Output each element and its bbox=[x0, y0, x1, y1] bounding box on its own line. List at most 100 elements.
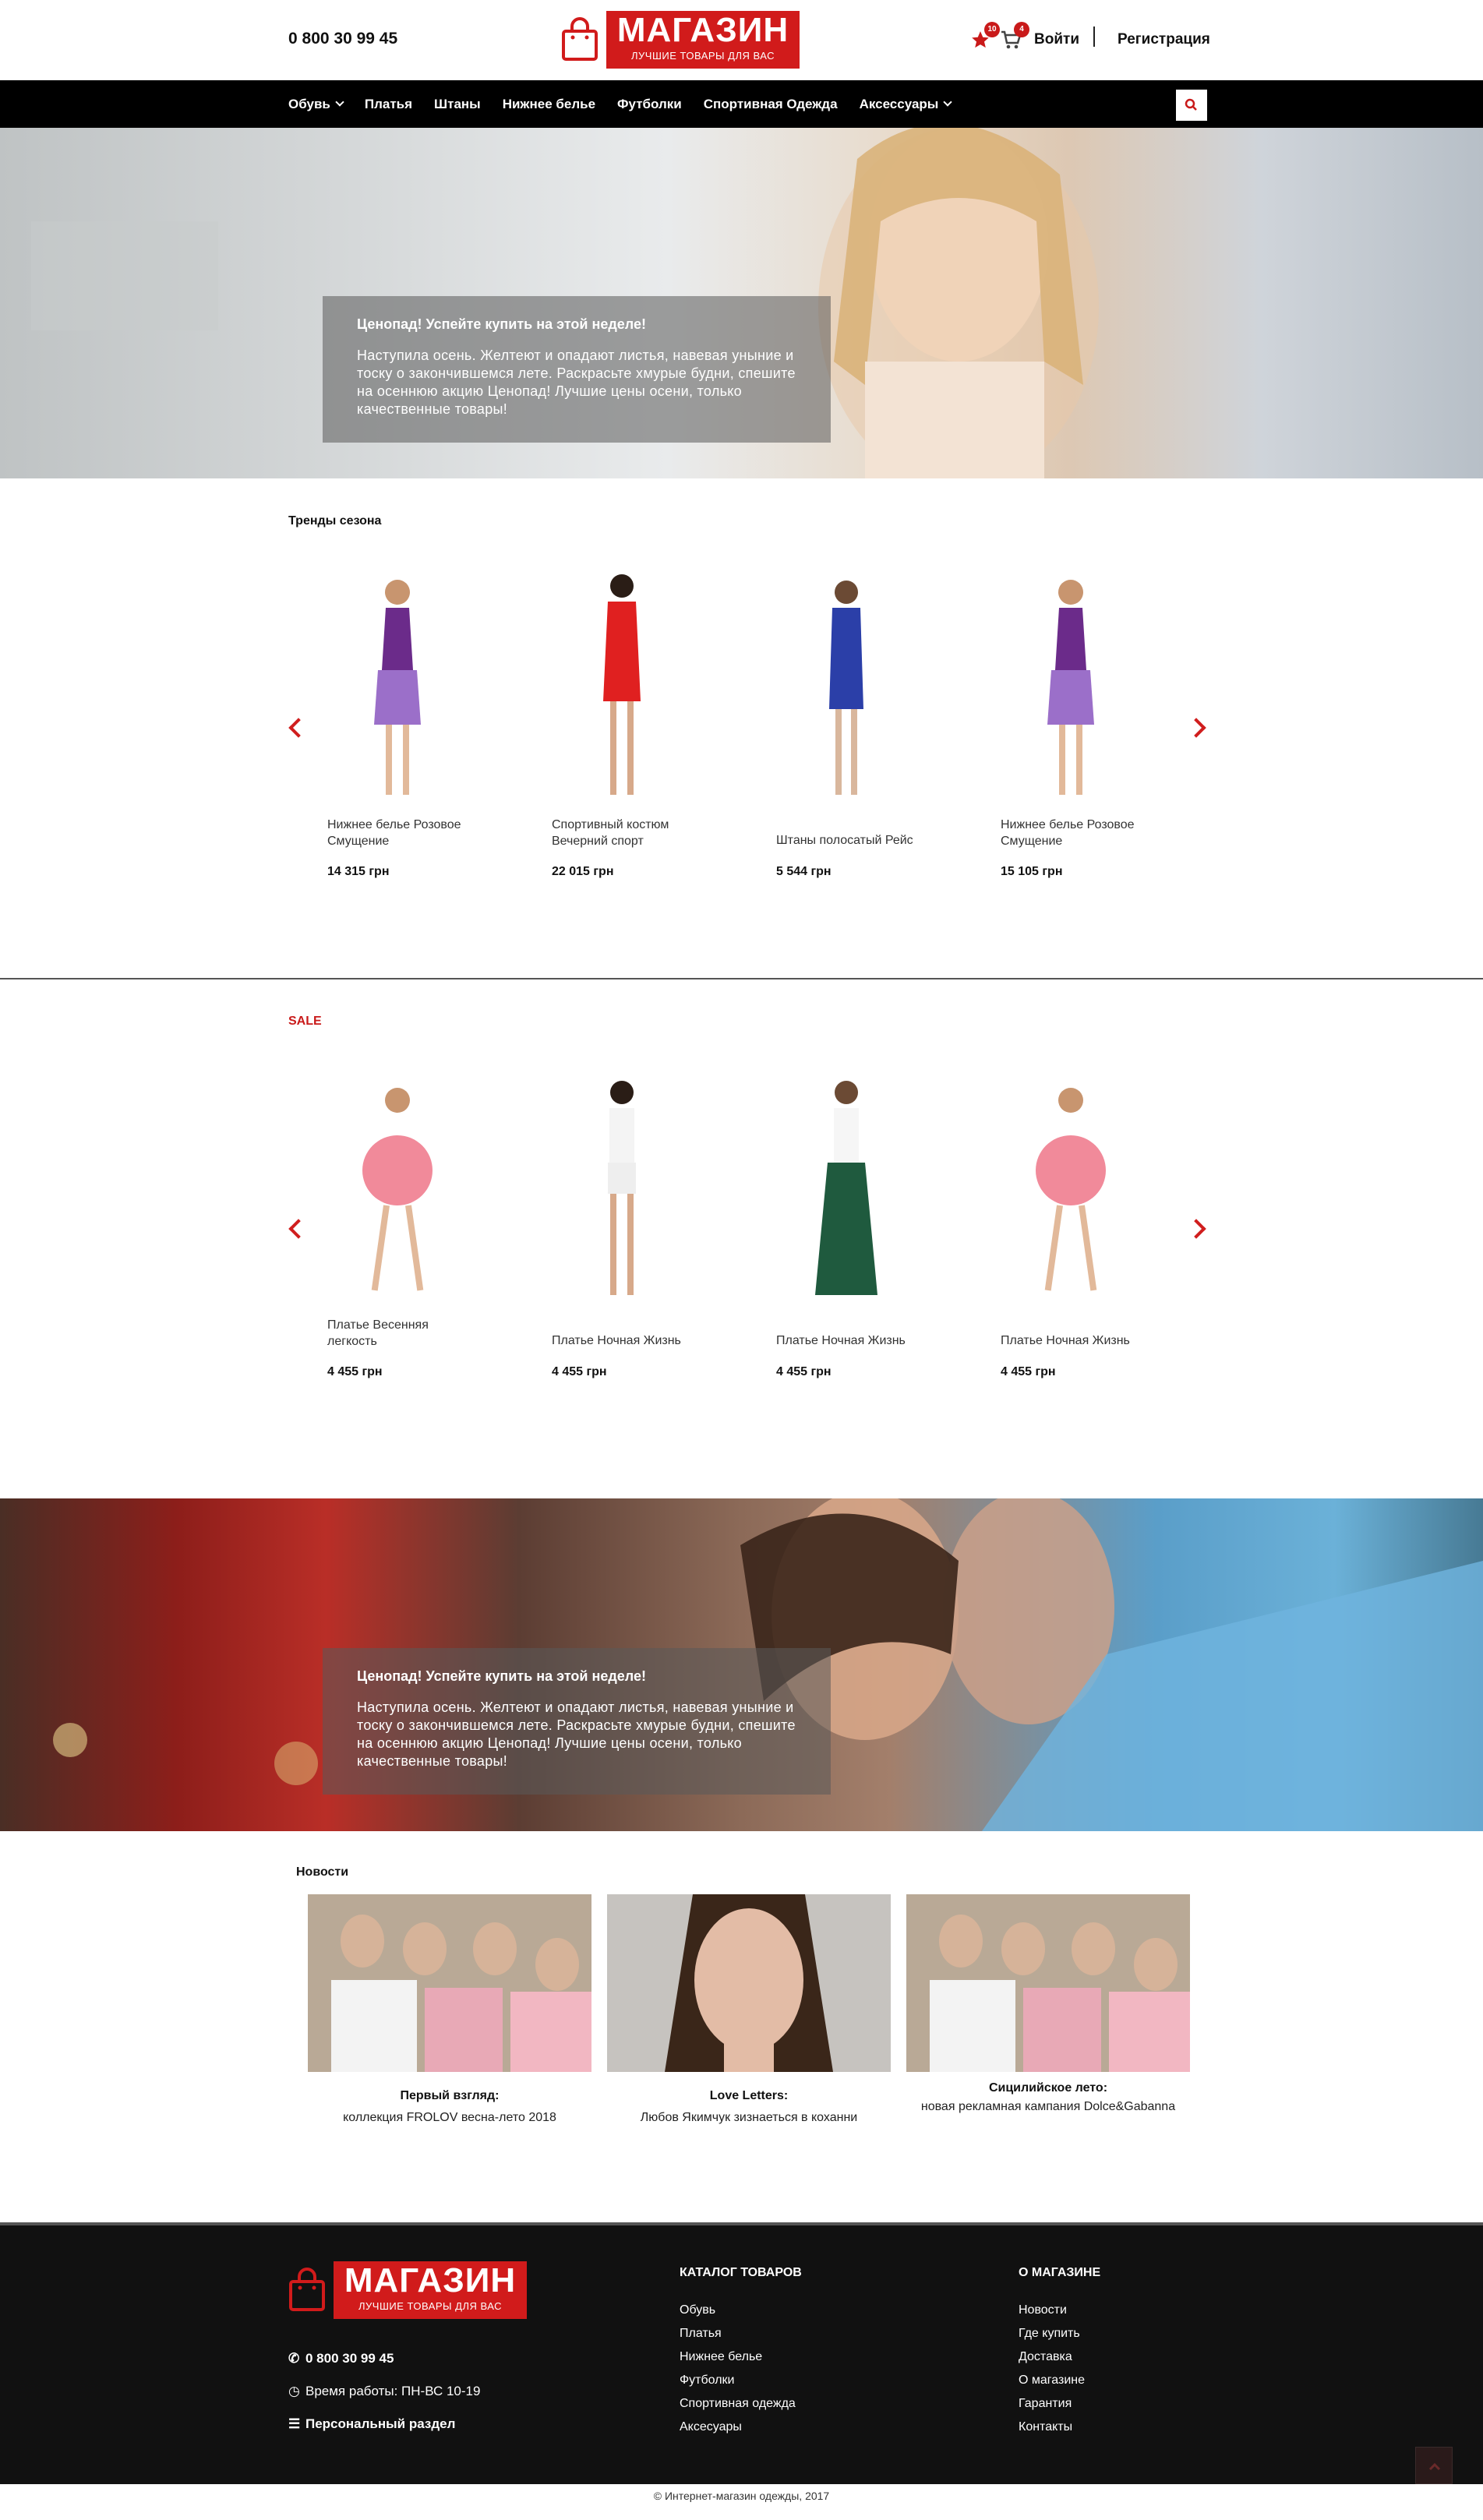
chevron-down-icon bbox=[335, 97, 344, 107]
footer-phone[interactable]: ✆ 0 800 30 99 45 bbox=[288, 2351, 394, 2366]
news-image bbox=[906, 1894, 1190, 2072]
hero-promo-box: Ценопад! Успейте купить на этой неделе! … bbox=[323, 296, 831, 443]
list-icon: ☰ bbox=[288, 2416, 301, 2431]
news-item-title: Первый взгляд: bbox=[400, 2089, 500, 2102]
logo-title: МАГАЗИН bbox=[616, 11, 789, 49]
hero-banner-1: Ценопад! Успейте купить на этой неделе! … bbox=[0, 128, 1483, 478]
carousel-next-icon[interactable] bbox=[1186, 718, 1206, 738]
footer-link-underwear[interactable]: Нижнее белье bbox=[680, 2350, 762, 2364]
nav-item-label: Футболки bbox=[617, 96, 682, 111]
product-image bbox=[1036, 1088, 1106, 1291]
footer-hours-text: Время работы: ПН-ВС 10-19 bbox=[305, 2384, 481, 2398]
nav-item-sportswear[interactable]: Спортивная Одежда bbox=[704, 97, 838, 112]
main-nav: Обувь Платья Штаны Нижнее белье Футболки… bbox=[0, 80, 1483, 128]
footer-phone-text: 0 800 30 99 45 bbox=[305, 2351, 394, 2366]
shopping-bag-icon bbox=[562, 17, 598, 61]
footer-link-sportswear[interactable]: Спортивная одежда bbox=[680, 2397, 796, 2411]
favorites-count-badge: 10 bbox=[984, 22, 1000, 37]
shopping-bag-icon bbox=[289, 2268, 325, 2311]
favorites-button[interactable]: 10 bbox=[970, 22, 1000, 50]
header-separator bbox=[1093, 26, 1095, 47]
product-price: 15 105 грн bbox=[1001, 865, 1063, 878]
logo[interactable]: МАГАЗИН ЛУЧШИЕ ТОВАРЫ ДЛЯ ВАС bbox=[561, 11, 800, 69]
news-item-text: Любов Якимчук зизнаеться в коханни bbox=[640, 2111, 858, 2124]
news-card[interactable]: Сицилийское лето: новая рекламная кампан… bbox=[906, 1894, 1190, 2113]
nav-item-accessories[interactable]: Аксессуары bbox=[860, 97, 952, 112]
nav-item-pants[interactable]: Штаны bbox=[434, 97, 481, 112]
product-name: Платье Весенняя легкость bbox=[327, 1318, 429, 1348]
copyright: © Интернет-магазин одежды, 2017 bbox=[0, 2484, 1483, 2520]
section-divider bbox=[0, 978, 1483, 979]
product-price: 14 315 грн bbox=[327, 865, 390, 878]
footer-link-tshirts[interactable]: Футболки bbox=[680, 2374, 734, 2388]
trends-title: Тренды сезона bbox=[288, 514, 382, 528]
nav-item-label: Обувь bbox=[288, 96, 330, 111]
footer-logo-subtitle: ЛУЧШИЕ ТОВАРЫ ДЛЯ ВАС bbox=[358, 2300, 502, 2312]
footer-link-about[interactable]: О магазине bbox=[1019, 2374, 1085, 2388]
phone-icon: ✆ bbox=[288, 2351, 300, 2366]
scroll-to-top-button[interactable] bbox=[1415, 2447, 1453, 2484]
footer-personal-link[interactable]: ☰ Персональный раздел bbox=[288, 2416, 455, 2432]
site-header: 0 800 30 99 45 МАГАЗИН ЛУЧШИЕ ТОВАРЫ ДЛЯ… bbox=[0, 0, 1483, 80]
hero-title: Ценопад! Успейте купить на этой неделе! bbox=[357, 1668, 646, 1684]
carousel-prev-icon[interactable] bbox=[288, 718, 309, 738]
chevron-up-icon bbox=[1428, 2462, 1441, 2471]
hero-banner-2: Ценопад! Успейте купить на этой неделе! … bbox=[0, 1498, 1483, 1831]
register-link[interactable]: Регистрация bbox=[1118, 31, 1210, 48]
footer-link-news[interactable]: Новости bbox=[1019, 2303, 1067, 2317]
nav-item-shoes[interactable]: Обувь bbox=[288, 96, 344, 112]
about-column-title: О МАГАЗИНЕ bbox=[1019, 2266, 1101, 2279]
product-price: 4 455 грн bbox=[552, 1365, 607, 1378]
product-image bbox=[362, 1088, 433, 1291]
footer-link-shoes[interactable]: Обувь bbox=[680, 2303, 715, 2317]
news-card[interactable]: Love Letters: Любов Якимчук зизнаеться в… bbox=[607, 1894, 891, 2124]
logo-subtitle: ЛУЧШИЕ ТОВАРЫ ДЛЯ ВАС bbox=[630, 50, 775, 62]
news-item-title: Love Letters: bbox=[709, 2089, 789, 2102]
footer-link-delivery[interactable]: Доставка bbox=[1019, 2350, 1072, 2364]
footer-link-where-to-buy[interactable]: Где купить bbox=[1019, 2327, 1080, 2341]
product-image bbox=[608, 1081, 636, 1295]
product-name: Штаны полосатый Рейс bbox=[776, 834, 913, 847]
nav-item-tshirts[interactable]: Футболки bbox=[617, 97, 682, 112]
chevron-down-icon bbox=[943, 97, 952, 107]
nav-item-label: Нижнее белье bbox=[502, 96, 596, 111]
product-price: 5 544 грн bbox=[776, 865, 832, 878]
product-image bbox=[829, 581, 863, 795]
footer-personal-text: Персональный раздел bbox=[305, 2416, 456, 2431]
product-name: Спортивный костюм Вечерний спорт bbox=[552, 818, 669, 848]
footer-link-warranty[interactable]: Гарантия bbox=[1019, 2397, 1072, 2411]
catalog-column-title: КАТАЛОГ ТОВАРОВ bbox=[680, 2266, 802, 2279]
nav-item-label: Платья bbox=[364, 96, 413, 111]
product-price: 22 015 грн bbox=[552, 865, 614, 878]
clock-icon: ◷ bbox=[288, 2384, 300, 2398]
product-price: 4 455 грн bbox=[776, 1365, 832, 1378]
footer-link-accessories[interactable]: Аксесуары bbox=[680, 2420, 742, 2434]
header-phone[interactable]: 0 800 30 99 45 bbox=[288, 30, 397, 48]
footer-link-dresses[interactable]: Платья bbox=[680, 2327, 722, 2341]
nav-item-label: Штаны bbox=[434, 96, 481, 111]
footer-logo[interactable]: МАГАЗИН ЛУЧШИЕ ТОВАРЫ ДЛЯ ВАС bbox=[288, 2261, 527, 2319]
product-image bbox=[603, 574, 641, 795]
footer-link-contacts[interactable]: Контакты bbox=[1019, 2420, 1072, 2434]
carousel-prev-icon[interactable] bbox=[288, 1219, 309, 1239]
news-item-text: новая рекламная кампания Dolce&Gabanna bbox=[920, 2100, 1176, 2113]
carousel-next-icon[interactable] bbox=[1186, 1219, 1206, 1239]
hero-text: Наступила осень. Желтеют и опадают листь… bbox=[357, 348, 796, 417]
product-name: Платье Ночная Жизнь bbox=[1001, 1334, 1130, 1347]
nav-item-dresses[interactable]: Платья bbox=[365, 97, 412, 112]
nav-item-label: Аксессуары bbox=[859, 96, 939, 111]
product-price: 4 455 грн bbox=[327, 1365, 383, 1378]
news-card[interactable]: Первый взгляд: коллекция FROLOV весна-ле… bbox=[308, 1894, 591, 2124]
news-title: Новости bbox=[296, 1865, 349, 1879]
news-image bbox=[308, 1894, 591, 2072]
search-icon bbox=[1185, 98, 1197, 111]
footer-hours: ◷ Время работы: ПН-ВС 10-19 bbox=[288, 2384, 480, 2399]
product-image bbox=[1047, 580, 1094, 795]
nav-item-underwear[interactable]: Нижнее белье bbox=[503, 97, 595, 112]
search-button[interactable] bbox=[1176, 90, 1207, 121]
product-image bbox=[374, 580, 421, 795]
product-name: Платье Ночная Жизнь bbox=[776, 1334, 906, 1347]
news-image bbox=[607, 1894, 891, 2072]
cart-button[interactable]: 4 bbox=[1000, 22, 1029, 50]
login-link[interactable]: Войти bbox=[1034, 31, 1079, 48]
